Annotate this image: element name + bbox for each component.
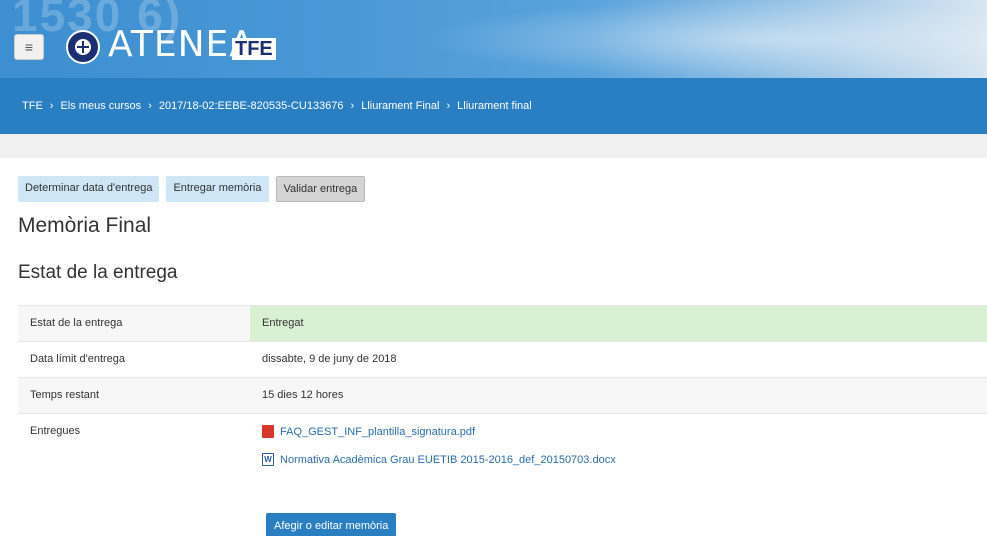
table-row: Estat de la entrega Entregat bbox=[18, 305, 987, 342]
hamburger-menu-button[interactable]: ≡ bbox=[14, 34, 44, 60]
due-date-label: Data límit d'entrega bbox=[18, 341, 250, 378]
table-row: Data límit d'entrega dissabte, 9 de juny… bbox=[18, 341, 987, 378]
time-remaining-value: 15 dies 12 hores bbox=[250, 377, 987, 414]
breadcrumb-item-my-courses[interactable]: Els meus cursos bbox=[60, 100, 141, 112]
hamburger-icon: ≡ bbox=[24, 39, 34, 55]
status-label: Estat de la entrega bbox=[18, 305, 250, 342]
breadcrumb: TFE › Els meus cursos › 2017/18-02:EEBE-… bbox=[0, 78, 987, 134]
breadcrumb-item-current[interactable]: Lliurament final bbox=[457, 100, 532, 112]
breadcrumb-separator-icon: › bbox=[350, 100, 355, 112]
add-or-edit-report-button[interactable]: Afegir o editar memòria bbox=[266, 513, 397, 536]
breadcrumb-item-final-delivery[interactable]: Lliurament Final bbox=[361, 100, 439, 112]
breadcrumb-item-course[interactable]: 2017/18-02:EEBE-820535-CU133676 bbox=[159, 100, 344, 112]
table-row: Entregues FAQ_GEST_INF_plantilla_signatu… bbox=[18, 413, 987, 536]
breadcrumb-item-tfe[interactable]: TFE bbox=[22, 100, 43, 112]
site-header: 1530 6) ≡ ATENEA TFE bbox=[0, 0, 987, 78]
table-row: Temps restant 15 dies 12 hores bbox=[18, 377, 987, 414]
page-title: Memòria Final bbox=[18, 214, 152, 237]
word-file-icon: W bbox=[262, 453, 274, 466]
submission-status-table: Estat de la entrega Entregat Data límit … bbox=[18, 305, 987, 536]
submissions-label: Entregues bbox=[18, 413, 250, 536]
pdf-file-icon bbox=[262, 425, 274, 438]
file-link[interactable]: W Normativa Acadèmica Grau EUETIB 2015-2… bbox=[262, 453, 975, 466]
action-buttons: Determinar data d'entrega Entregar memòr… bbox=[18, 176, 366, 202]
upc-logo-icon bbox=[66, 30, 100, 64]
file-link[interactable]: FAQ_GEST_INF_plantilla_signatura.pdf bbox=[262, 425, 975, 438]
status-value: Entregat bbox=[250, 305, 987, 342]
submit-report-button[interactable]: Entregar memòria bbox=[166, 176, 269, 202]
header-background-haze bbox=[420, 0, 987, 78]
set-delivery-date-button[interactable]: Determinar data d'entrega bbox=[18, 176, 160, 202]
breadcrumb-separator-icon: › bbox=[446, 100, 451, 112]
breadcrumb-separator-icon: › bbox=[49, 100, 54, 112]
time-remaining-label: Temps restant bbox=[18, 377, 250, 414]
breadcrumb-separator-icon: › bbox=[148, 100, 152, 112]
file-name[interactable]: FAQ_GEST_INF_plantilla_signatura.pdf bbox=[280, 426, 475, 438]
tfe-logo-badge: TFE bbox=[232, 38, 276, 60]
due-date-value: dissabte, 9 de juny de 2018 bbox=[250, 341, 987, 378]
validate-delivery-button[interactable]: Validar entrega bbox=[275, 176, 366, 202]
page-top-strip bbox=[0, 134, 987, 158]
file-name[interactable]: Normativa Acadèmica Grau EUETIB 2015-201… bbox=[280, 454, 616, 466]
section-title: Estat de la entrega bbox=[18, 262, 178, 283]
